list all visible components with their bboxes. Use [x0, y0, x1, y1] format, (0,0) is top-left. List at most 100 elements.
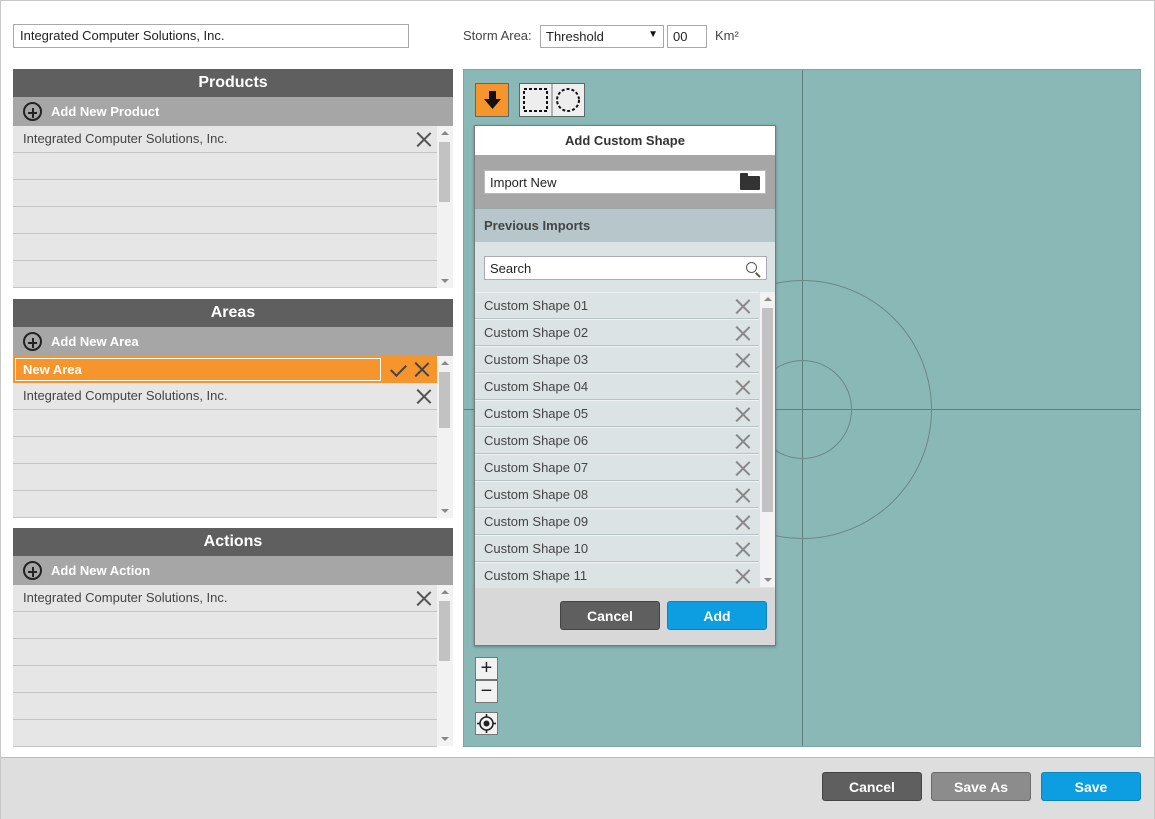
cancel-edit-icon[interactable] [414, 362, 429, 377]
product-list-item[interactable] [13, 234, 437, 261]
scroll-thumb[interactable] [439, 372, 450, 428]
previous-imports-body: Search Custom Shape 01 Custom Shape 02 Cus… [475, 242, 775, 589]
custom-shape-item[interactable]: Custom Shape 03 [475, 346, 759, 373]
confirm-check-icon[interactable] [390, 360, 407, 377]
name-field[interactable]: Integrated Computer Solutions, Inc. [13, 24, 409, 48]
circle-select-icon[interactable] [556, 88, 580, 112]
storm-area-unit-label: Km² [715, 28, 739, 43]
scroll-down-icon[interactable] [764, 578, 772, 582]
scroll-thumb[interactable] [439, 142, 450, 202]
delete-x-icon[interactable] [735, 407, 750, 422]
areas-list: New Area Integrated Computer Solutions, … [13, 356, 453, 518]
dialog-cancel-button[interactable]: Cancel [560, 601, 660, 630]
delete-x-icon[interactable] [735, 542, 750, 557]
scroll-up-icon[interactable] [441, 131, 449, 135]
scroll-up-icon[interactable] [441, 590, 449, 594]
search-icon[interactable] [746, 262, 757, 273]
custom-shape-item-label: Custom Shape 08 [484, 487, 589, 502]
rectangle-select-icon[interactable] [523, 88, 548, 112]
add-circle-icon [23, 561, 42, 580]
custom-shape-item[interactable]: Custom Shape 04 [475, 373, 759, 400]
action-list-item-label: Integrated Computer Solutions, Inc. [23, 590, 228, 605]
custom-shape-list: Custom Shape 01 Custom Shape 02 Custom Sha… [475, 292, 775, 589]
custom-shape-item[interactable]: Custom Shape 02 [475, 319, 759, 346]
action-list-item[interactable]: Integrated Computer Solutions, Inc. [13, 585, 437, 612]
dialog-add-button[interactable]: Add [667, 601, 767, 630]
custom-shape-item-label: Custom Shape 01 [484, 298, 589, 313]
shape-tools-group [519, 83, 585, 117]
save-as-button[interactable]: Save As [931, 772, 1031, 801]
delete-x-icon[interactable] [416, 591, 431, 606]
folder-icon[interactable] [740, 173, 760, 190]
add-circle-icon [23, 102, 42, 121]
scroll-up-icon[interactable] [441, 361, 449, 365]
download-shape-button[interactable] [475, 83, 509, 117]
product-list-item[interactable] [13, 153, 437, 180]
product-list-item-label: Integrated Computer Solutions, Inc. [23, 131, 228, 146]
scroll-thumb[interactable] [439, 601, 450, 661]
delete-x-icon[interactable] [735, 299, 750, 314]
product-list-item[interactable] [13, 180, 437, 207]
custom-shape-item[interactable]: Custom Shape 01 [475, 292, 759, 319]
delete-x-icon[interactable] [416, 389, 431, 404]
add-new-product-button[interactable]: Add New Product [13, 97, 453, 126]
zoom-out-button[interactable]: − [475, 680, 498, 703]
action-list-item[interactable] [13, 720, 437, 747]
scroll-down-icon[interactable] [441, 279, 449, 283]
add-new-area-label: Add New Area [51, 334, 139, 349]
custom-shape-item[interactable]: Custom Shape 06 [475, 427, 759, 454]
delete-x-icon[interactable] [735, 353, 750, 368]
actions-title: Actions [13, 528, 453, 556]
custom-shape-item[interactable]: Custom Shape 09 [475, 508, 759, 535]
delete-x-icon[interactable] [735, 434, 750, 449]
delete-x-icon[interactable] [735, 569, 750, 584]
product-list-item[interactable]: Integrated Computer Solutions, Inc. [13, 126, 437, 153]
shape-list-scrollbar[interactable] [760, 292, 775, 587]
delete-x-icon[interactable] [735, 380, 750, 395]
area-list-item-label: Integrated Computer Solutions, Inc. [23, 388, 228, 403]
area-list-item[interactable] [13, 491, 437, 518]
area-edit-row[interactable]: New Area [13, 356, 437, 383]
custom-shape-item-label: Custom Shape 07 [484, 460, 589, 475]
action-list-item[interactable] [13, 693, 437, 720]
action-list-item[interactable] [13, 639, 437, 666]
save-button[interactable]: Save [1041, 772, 1141, 801]
import-new-field[interactable]: Import New [484, 170, 766, 194]
scroll-up-icon[interactable] [764, 297, 772, 301]
custom-shape-item[interactable]: Custom Shape 10 [475, 535, 759, 562]
product-list-item[interactable] [13, 207, 437, 234]
delete-x-icon[interactable] [735, 326, 750, 341]
delete-x-icon[interactable] [416, 132, 431, 147]
areas-scrollbar[interactable] [437, 356, 453, 518]
custom-shape-item[interactable]: Custom Shape 11 [475, 562, 759, 589]
custom-shape-item[interactable]: Custom Shape 05 [475, 400, 759, 427]
area-list-item[interactable] [13, 437, 437, 464]
storm-area-select[interactable]: Threshold ▼ [540, 25, 664, 48]
custom-shape-item-label: Custom Shape 04 [484, 379, 589, 394]
custom-shape-item[interactable]: Custom Shape 07 [475, 454, 759, 481]
product-list-item[interactable] [13, 261, 437, 288]
area-list-item[interactable] [13, 410, 437, 437]
scroll-down-icon[interactable] [441, 509, 449, 513]
action-list-item[interactable] [13, 612, 437, 639]
scroll-down-icon[interactable] [441, 737, 449, 741]
delete-x-icon[interactable] [735, 515, 750, 530]
locate-button[interactable] [475, 712, 498, 735]
custom-shape-item[interactable]: Custom Shape 08 [475, 481, 759, 508]
actions-scrollbar[interactable] [437, 585, 453, 746]
add-new-action-button[interactable]: Add New Action [13, 556, 453, 585]
storm-area-number-field[interactable]: 00 [667, 25, 707, 48]
delete-x-icon[interactable] [735, 461, 750, 476]
area-list-item[interactable]: Integrated Computer Solutions, Inc. [13, 383, 437, 410]
cancel-button[interactable]: Cancel [822, 772, 922, 801]
zoom-in-button[interactable]: + [475, 657, 498, 680]
action-list-item[interactable] [13, 666, 437, 693]
dialog-title: Add Custom Shape [475, 126, 775, 155]
area-list-item[interactable] [13, 464, 437, 491]
delete-x-icon[interactable] [735, 488, 750, 503]
products-scrollbar[interactable] [437, 126, 453, 288]
area-name-input-value: New Area [23, 362, 82, 377]
scroll-thumb[interactable] [762, 308, 773, 512]
search-input[interactable]: Search [484, 256, 767, 280]
add-new-area-button[interactable]: Add New Area [13, 327, 453, 356]
